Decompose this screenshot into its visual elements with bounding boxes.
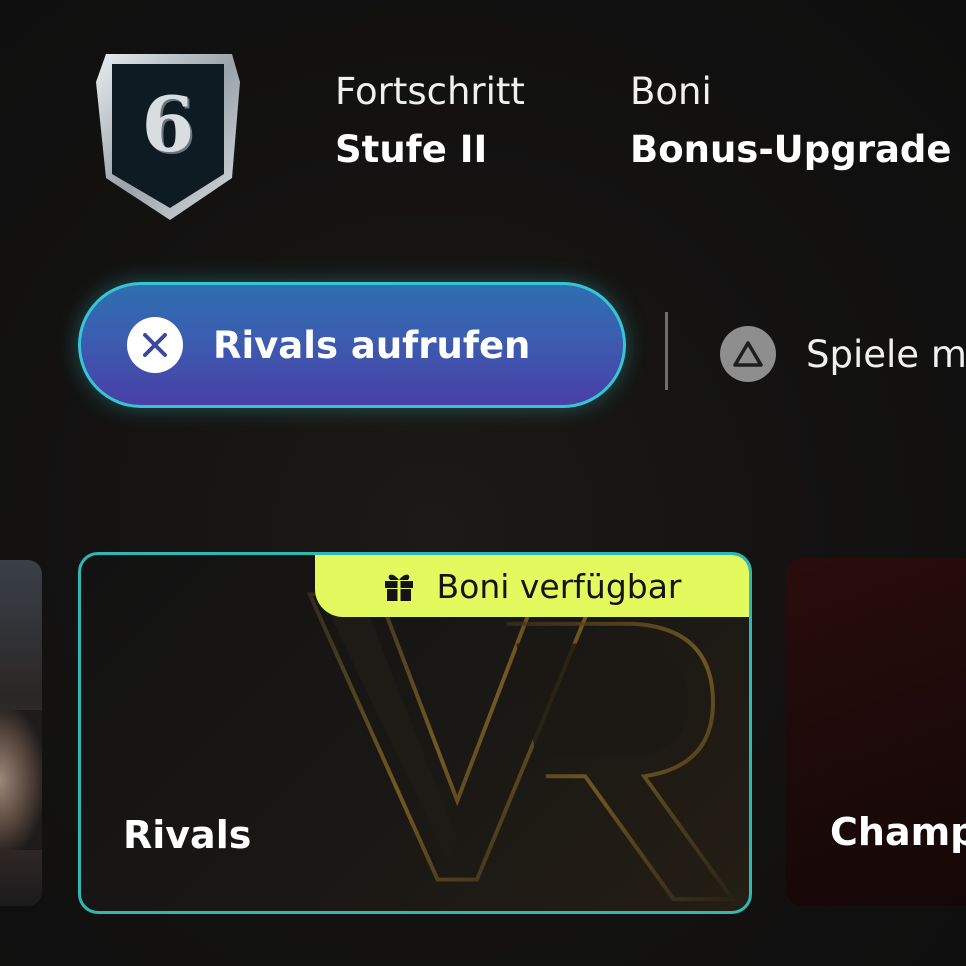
champions-card-title: Champ bbox=[830, 810, 966, 854]
bonus-value: Bonus-Upgrade bbox=[630, 128, 952, 171]
divider bbox=[665, 312, 668, 390]
triangle-button-icon bbox=[720, 326, 776, 382]
rivals-card-title: Rivals bbox=[123, 813, 252, 857]
previous-mode-card[interactable] bbox=[0, 560, 42, 906]
progress-value: Stufe II bbox=[335, 128, 488, 171]
cross-button-icon bbox=[127, 317, 183, 373]
rank-badge: 6 bbox=[92, 52, 244, 222]
open-rivals-label: Rivals aufrufen bbox=[213, 323, 531, 367]
progress-label: Fortschritt bbox=[335, 70, 525, 113]
secondary-action-label: Spiele m bbox=[806, 332, 966, 376]
progress-info: Fortschritt Stufe II bbox=[335, 70, 525, 172]
bonus-available-label: Boni verfügbar bbox=[436, 566, 682, 606]
rivals-card[interactable]: Boni verfügbar Rivals bbox=[78, 552, 752, 914]
open-rivals-button[interactable]: Rivals aufrufen bbox=[78, 282, 626, 408]
gift-icon bbox=[385, 574, 414, 601]
champions-card[interactable]: Champ bbox=[786, 558, 966, 906]
bonus-info: Boni Bonus-Upgrade bbox=[630, 70, 952, 172]
rank-number: 6 bbox=[141, 80, 195, 169]
bonus-label: Boni bbox=[630, 70, 712, 113]
bonus-available-tag: Boni verfügbar bbox=[315, 555, 749, 617]
player-image bbox=[0, 710, 42, 850]
secondary-action-button[interactable]: Spiele m bbox=[720, 326, 966, 382]
